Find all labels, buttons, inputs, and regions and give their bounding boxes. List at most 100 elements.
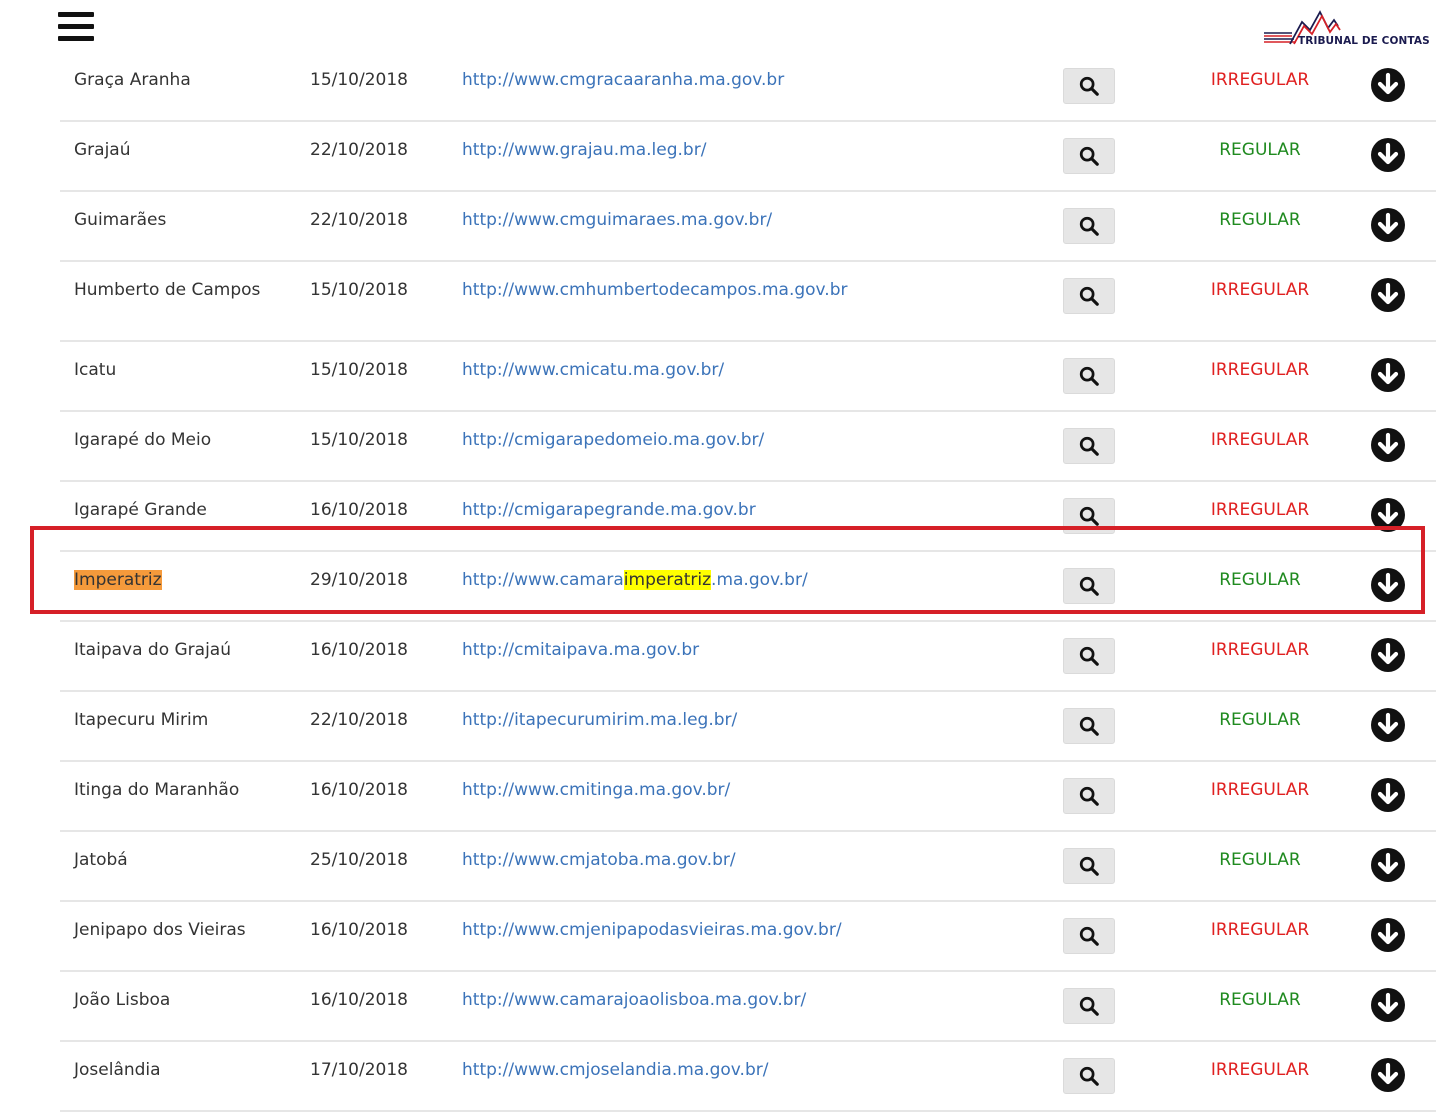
search-button[interactable] — [1063, 988, 1115, 1024]
status-label: REGULAR — [1219, 570, 1301, 590]
download-icon[interactable] — [1370, 277, 1406, 313]
verification-date: 15/10/2018 — [310, 280, 408, 300]
status-label: REGULAR — [1219, 710, 1301, 730]
verification-date: 29/10/2018 — [310, 570, 408, 590]
municipality-name: Joselândia — [74, 1060, 161, 1080]
table-row: Itapecuru Mirim 22/10/2018 http://itapecur… — [60, 692, 1436, 762]
download-icon[interactable] — [1370, 1057, 1406, 1093]
table-row: Jatobá 25/10/2018 http://www.cmjatoba.ma.g… — [60, 832, 1436, 902]
verification-date: 25/10/2018 — [310, 850, 408, 870]
municipality-name: Itaipava do Grajaú — [74, 640, 232, 660]
download-icon[interactable] — [1370, 137, 1406, 173]
download-icon[interactable] — [1370, 567, 1406, 603]
verification-date: 15/10/2018 — [310, 70, 408, 90]
municipality-name: Imperatriz — [74, 570, 162, 590]
portal-link[interactable]: http://itapecurumirim.ma.leg.br/ — [462, 708, 737, 732]
search-button[interactable] — [1063, 138, 1115, 174]
verification-date: 16/10/2018 — [310, 640, 408, 660]
search-button[interactable] — [1063, 68, 1115, 104]
download-icon[interactable] — [1370, 637, 1406, 673]
search-icon — [1078, 1065, 1100, 1087]
portal-link[interactable]: http://www.cmjenipapodasvieiras.ma.gov.b… — [462, 918, 842, 942]
status-label: IRREGULAR — [1210, 1060, 1310, 1080]
search-button[interactable] — [1063, 568, 1115, 604]
status-label: IRREGULAR — [1210, 280, 1310, 300]
verification-date: 17/10/2018 — [310, 1060, 408, 1080]
search-button[interactable] — [1063, 208, 1115, 244]
table-row: Igarapé Grande 16/10/2018 http://cmigarape… — [60, 482, 1436, 552]
portal-link[interactable]: http://cmitaipava.ma.gov.br — [462, 638, 699, 662]
table-row: Igarapé do Meio 15/10/2018 http://cmigarap… — [60, 412, 1436, 482]
search-icon — [1078, 645, 1100, 667]
table-row: Joselândia 17/10/2018 http://www.cmjoselan… — [60, 1042, 1436, 1112]
download-icon[interactable] — [1370, 847, 1406, 883]
verification-date: 15/10/2018 — [310, 430, 408, 450]
table-row: Humberto de Campos 15/10/2018 http://www.c… — [60, 262, 1436, 342]
download-icon[interactable] — [1370, 497, 1406, 533]
municipality-name: Grajaú — [74, 140, 131, 160]
status-label: REGULAR — [1219, 990, 1301, 1010]
status-label: IRREGULAR — [1210, 430, 1310, 450]
portal-link[interactable]: http://www.cmjoselandia.ma.gov.br/ — [462, 1058, 768, 1082]
download-icon[interactable] — [1370, 917, 1406, 953]
portal-link[interactable]: http://www.cmjatoba.ma.gov.br/ — [462, 848, 736, 872]
municipality-table: Graça Aranha 15/10/2018 http://www.cmgraca… — [60, 52, 1436, 1112]
search-button[interactable] — [1063, 358, 1115, 394]
search-icon — [1078, 855, 1100, 877]
search-icon — [1078, 925, 1100, 947]
table-row: Jenipapo dos Vieiras 16/10/2018 http://www… — [60, 902, 1436, 972]
portal-link[interactable]: http://cmigarapedomeio.ma.gov.br/ — [462, 428, 764, 452]
municipality-name: Icatu — [74, 360, 117, 380]
portal-link[interactable]: http://www.camaraimperatriz.ma.gov.br/ — [462, 568, 808, 592]
portal-link[interactable]: http://www.cmicatu.ma.gov.br/ — [462, 358, 724, 382]
download-icon[interactable] — [1370, 777, 1406, 813]
portal-link[interactable]: http://www.cmguimaraes.ma.gov.br/ — [462, 208, 772, 232]
download-icon[interactable] — [1370, 67, 1406, 103]
search-button[interactable] — [1063, 918, 1115, 954]
table-row: Itaipava do Grajaú 16/10/2018 http://cmita… — [60, 622, 1436, 692]
verification-date: 15/10/2018 — [310, 360, 408, 380]
search-icon — [1078, 575, 1100, 597]
download-icon[interactable] — [1370, 357, 1406, 393]
download-icon[interactable] — [1370, 987, 1406, 1023]
search-button[interactable] — [1063, 848, 1115, 884]
table-row: Graça Aranha 15/10/2018 http://www.cmgraca… — [60, 52, 1436, 122]
municipality-name: Igarapé do Meio — [74, 430, 212, 450]
verification-date: 16/10/2018 — [310, 780, 408, 800]
status-label: IRREGULAR — [1210, 500, 1310, 520]
municipality-name: João Lisboa — [74, 990, 171, 1010]
portal-link[interactable]: http://www.camarajoaolisboa.ma.gov.br/ — [462, 988, 806, 1012]
table-row: Icatu 15/10/2018 http://www.cmicatu.ma.gov… — [60, 342, 1436, 412]
search-button[interactable] — [1063, 428, 1115, 464]
portal-link[interactable]: http://www.cmgracaaranha.ma.gov.br — [462, 68, 784, 92]
municipality-name: Jenipapo dos Vieiras — [74, 920, 246, 940]
portal-link[interactable]: http://www.grajau.ma.leg.br/ — [462, 138, 706, 162]
verification-date: 16/10/2018 — [310, 990, 408, 1010]
table-row: João Lisboa 16/10/2018 http://www.camarajo… — [60, 972, 1436, 1042]
status-label: IRREGULAR — [1210, 640, 1310, 660]
download-icon[interactable] — [1370, 707, 1406, 743]
search-button[interactable] — [1063, 708, 1115, 744]
table-row: Itinga do Maranhão 16/10/2018 http://www.c… — [60, 762, 1436, 832]
search-button[interactable] — [1063, 498, 1115, 534]
search-icon — [1078, 285, 1100, 307]
logo-text: TRIBUNAL DE CONTAS — [1298, 35, 1430, 47]
table-row: Imperatriz 29/10/2018 http://www.camaraimp… — [60, 552, 1436, 622]
search-icon — [1078, 215, 1100, 237]
search-button[interactable] — [1063, 778, 1115, 814]
municipality-name: Guimarães — [74, 210, 167, 230]
status-label: IRREGULAR — [1210, 780, 1310, 800]
search-icon — [1078, 75, 1100, 97]
search-icon — [1078, 715, 1100, 737]
portal-link[interactable]: http://www.cmhumbertodecampos.ma.gov.br — [462, 278, 847, 302]
search-button[interactable] — [1063, 638, 1115, 674]
download-icon[interactable] — [1370, 427, 1406, 463]
search-button[interactable] — [1063, 278, 1115, 314]
portal-link[interactable]: http://www.cmitinga.ma.gov.br/ — [462, 778, 730, 802]
download-icon[interactable] — [1370, 207, 1406, 243]
search-icon — [1078, 365, 1100, 387]
hamburger-menu-icon[interactable] — [58, 12, 94, 44]
portal-link[interactable]: http://cmigarapegrande.ma.gov.br — [462, 498, 756, 522]
municipality-name: Jatobá — [74, 850, 128, 870]
municipality-name: Humberto de Campos — [74, 280, 261, 300]
